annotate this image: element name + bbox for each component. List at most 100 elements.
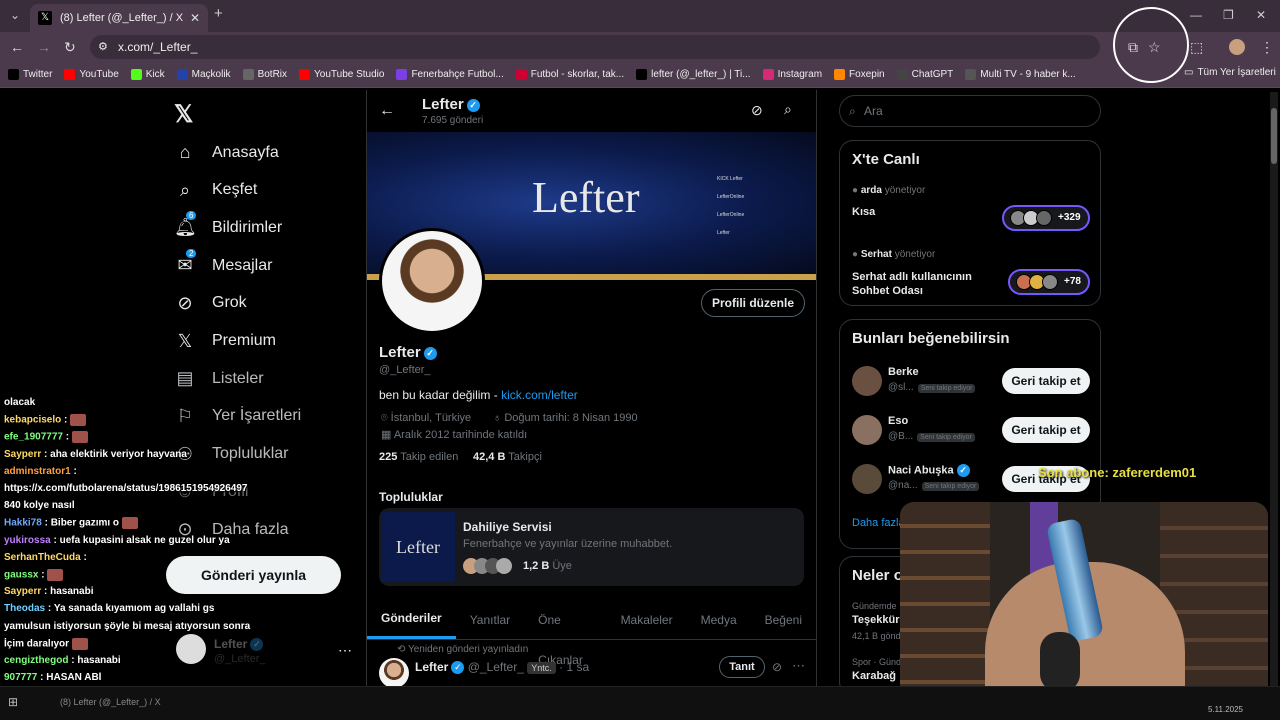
nav-item-6[interactable]: ▤ Listeler <box>174 368 263 389</box>
emote-icon <box>47 569 64 581</box>
more-suggestions-link[interactable]: Daha fazla <box>852 517 905 529</box>
followers-link[interactable]: 42,4 B Takipçi <box>473 451 542 463</box>
bookmark-item[interactable]: BotRix <box>242 69 287 80</box>
space-title[interactable]: Serhat adlı kullanıcının Sohbet Odası <box>852 270 992 298</box>
trends-title: Neler o <box>852 567 903 584</box>
chat-message: adminstrator1 : <box>4 465 77 477</box>
close-tab-icon[interactable]: ✕ <box>190 11 200 25</box>
extensions-icon[interactable]: ⬚ <box>1190 39 1203 56</box>
bookmark-item[interactable]: Instagram <box>762 69 822 80</box>
mackolik-icon <box>176 69 188 80</box>
reload-icon[interactable]: ↻ <box>64 39 76 56</box>
space-title[interactable]: Kısa <box>852 206 875 218</box>
follow-back-button[interactable]: Geri takip et <box>1002 368 1090 394</box>
promote-button[interactable]: Tanıt <box>719 656 765 678</box>
suggestion-name: Berke <box>888 366 919 378</box>
post-avatar[interactable] <box>379 658 409 686</box>
back-arrow-icon[interactable]: ← <box>379 102 395 120</box>
menu-icon[interactable]: ⋮ <box>1260 39 1274 56</box>
bookmark-item[interactable]: lefter (@_lefter_) | Ti... <box>636 69 751 80</box>
site-info-icon[interactable]: ⚙ <box>98 35 108 59</box>
community-thumbnail: Lefter <box>381 512 455 582</box>
notification-badge: 2 <box>186 249 197 259</box>
nav-item-4[interactable]: ⊘ Grok <box>174 293 246 314</box>
grok-post-icon[interactable]: ⊘ <box>772 660 782 674</box>
nav-item-1[interactable]: ⌕ Keşfet <box>174 180 257 201</box>
grok-icon[interactable]: ⊘ <box>751 102 763 119</box>
url-text: x.com/_Lefter_ <box>118 40 198 54</box>
space-listeners-pill[interactable]: +329 <box>1002 205 1090 231</box>
tab-search-icon[interactable]: ⌄ <box>10 8 20 22</box>
chat-message: https://x.com/futbolarena/status/1986151… <box>4 483 248 494</box>
minimize-icon[interactable]: — <box>1190 8 1202 22</box>
search-input[interactable]: ⌕ Ara <box>839 95 1101 127</box>
scrollbar-thumb[interactable] <box>1271 108 1277 164</box>
following-link[interactable]: 225 Takip edilen <box>379 451 458 463</box>
tab-5[interactable]: Beğeni <box>751 600 816 639</box>
scrollbar[interactable] <box>1270 92 1278 686</box>
bookmark-item[interactable]: YouTube Studio <box>299 69 384 80</box>
taskbar-window-title[interactable]: (8) Lefter (@_Lefter_) / X <box>60 697 161 707</box>
all-bookmarks[interactable]: ▭ Tüm Yer İşaretleri <box>1184 67 1276 78</box>
post-more-icon[interactable]: ⋯ <box>792 658 805 674</box>
x-logo-icon[interactable]: 𝕏 <box>174 100 193 129</box>
nav-item-3[interactable]: ✉ 2 Mesajlar <box>174 249 272 276</box>
suggest-title: Bunları beğenebilirsin <box>852 330 1010 347</box>
bookmark-item[interactable]: Kick <box>130 69 165 80</box>
emote-icon <box>70 414 87 427</box>
follow-back-button[interactable]: Geri takip et <box>1002 417 1090 443</box>
suggestion-avatar[interactable] <box>852 366 882 396</box>
browser-tab[interactable]: 𝕏 (8) Lefter (@_Lefter_) / X ✕ <box>30 4 208 32</box>
bookmark-item[interactable]: Maçkolik <box>176 69 231 80</box>
webcam-overlay <box>900 502 1268 708</box>
flashscore-icon <box>515 69 527 80</box>
botrix-icon <box>242 69 254 80</box>
nav-item-2[interactable]: 🔔︎ 6 Bildirimler <box>174 211 282 238</box>
windows-start-icon[interactable]: ⊞ <box>8 695 18 709</box>
profile-avatar[interactable] <box>1229 39 1245 55</box>
banner-link: LefterOnline <box>717 194 745 200</box>
bookmark-item[interactable]: Multi TV - 9 haber k... <box>965 69 1076 80</box>
forward-icon[interactable]: → <box>37 39 51 55</box>
community-members: 1,2 B Üye <box>523 560 572 572</box>
tab-1[interactable]: Yanıtlar <box>456 600 524 639</box>
bookmark-item[interactable]: ChatGPT <box>896 69 953 80</box>
suggestion-handle: @na... Seni takip ediyor <box>888 480 980 491</box>
suggestion-avatar[interactable] <box>852 415 882 445</box>
notification-badge: 6 <box>186 211 197 221</box>
tab-0[interactable]: Gönderiler <box>367 600 456 639</box>
trend-title[interactable]: Karabağ <box>852 670 896 682</box>
bookmark-item[interactable]: Twitter <box>8 69 52 80</box>
nav-item-5[interactable]: 𝕏 Premium <box>174 331 276 352</box>
bookmark-item[interactable]: Fenerbahçe Futbol... <box>396 69 504 80</box>
tab-4[interactable]: Medya <box>687 600 751 639</box>
community-name: Dahiliye Servisi <box>463 520 552 534</box>
new-tab-icon[interactable]: + <box>214 5 223 22</box>
back-icon[interactable]: ← <box>10 39 24 55</box>
search-icon[interactable]: ⌕ <box>784 101 792 118</box>
bookmark-item[interactable]: YouTube <box>64 69 119 80</box>
close-window-icon[interactable]: ✕ <box>1256 8 1266 22</box>
tab-2[interactable]: Öne Çıkanlar <box>524 600 606 667</box>
bookmark-item[interactable]: Foxepin <box>834 69 885 80</box>
space-listeners-pill[interactable]: +78 <box>1008 269 1090 295</box>
bookshelf <box>900 502 990 708</box>
profile-location: ⌾ İstanbul, Türkiye <box>381 412 472 424</box>
bio-link[interactable]: kick.com/lefter <box>501 388 578 402</box>
chat-message: Theodas : Ya sanada kıyamıom ag vallahi … <box>4 603 215 615</box>
community-card[interactable]: Lefter Dahiliye Servisi Fenerbahçe ve ya… <box>379 508 804 586</box>
trend-title[interactable]: Teşekkür <box>852 614 900 626</box>
account-more-icon[interactable]: ⋯ <box>338 642 352 659</box>
suggestion-avatar[interactable] <box>852 464 882 494</box>
bookmark-item[interactable]: Futbol - skorlar, tak... <box>515 69 624 80</box>
address-bar[interactable]: ⚙ x.com/_Lefter_ <box>90 35 1100 59</box>
nav-item-0[interactable]: ⌂ Anasayfa <box>174 142 279 163</box>
profile-avatar[interactable] <box>379 228 485 334</box>
profile-birthday: ♁ Doğum tarihi: 8 Nisan 1990 <box>493 412 638 424</box>
chat-message: Hakki78 : Biber gazımı o <box>4 517 272 530</box>
repost-icon: ⟲ <box>397 644 408 655</box>
tab-3[interactable]: Makaleler <box>607 600 687 639</box>
edit-profile-button[interactable]: Profili düzenle <box>701 289 805 317</box>
maximize-icon[interactable]: ❐ <box>1223 8 1234 22</box>
youtube-icon <box>299 69 311 80</box>
